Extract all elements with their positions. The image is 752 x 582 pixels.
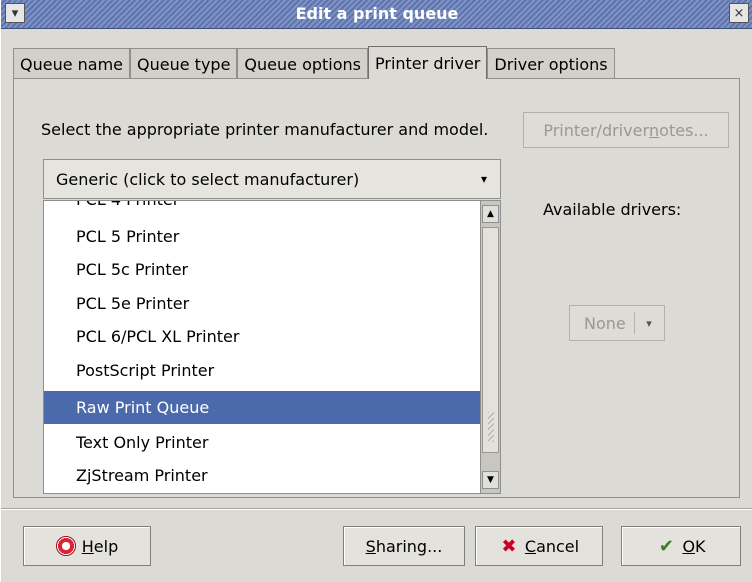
checkmark-icon: ✔ bbox=[658, 535, 674, 557]
print-queue-dialog: ▾ Edit a print queue × Queue name Queue … bbox=[0, 0, 752, 582]
help-mnemonic: H bbox=[81, 536, 94, 556]
button-separator bbox=[1, 508, 752, 510]
ok-mnemonic: O bbox=[682, 536, 696, 556]
close-icon[interactable]: × bbox=[729, 3, 749, 23]
list-item[interactable]: PCL 6/PCL XL Printer bbox=[44, 320, 481, 353]
notes-label-mnemonic: n bbox=[649, 120, 660, 140]
tab-driver-options[interactable]: Driver options bbox=[487, 48, 615, 79]
available-drivers-label: Available drivers: bbox=[543, 200, 682, 219]
list-item[interactable]: ZjStream Printer bbox=[44, 459, 481, 492]
sharing-button[interactable]: Sharing... bbox=[343, 526, 465, 566]
scroll-up-arrow-icon[interactable]: ▲ bbox=[482, 205, 499, 223]
list-item[interactable]: PCL 5 Printer bbox=[44, 220, 481, 253]
sharing-mnemonic: S bbox=[365, 536, 376, 556]
list-item[interactable]: PostScript Printer bbox=[44, 354, 481, 387]
list-item[interactable]: PCL 5e Printer bbox=[44, 287, 481, 320]
tab-queue-name[interactable]: Queue name bbox=[13, 48, 131, 79]
ok-button[interactable]: ✔ OK bbox=[621, 526, 741, 566]
drivers-combo[interactable]: None ▾ bbox=[569, 305, 665, 341]
printer-model-list[interactable]: PCL 4 Printer PCL 5 Printer PCL 5c Print… bbox=[43, 200, 501, 494]
help-button[interactable]: Help bbox=[23, 526, 151, 566]
sharing-label: haring... bbox=[375, 536, 443, 556]
notes-label-post: otes... bbox=[659, 120, 709, 140]
chevron-down-icon[interactable]: ▾ bbox=[472, 165, 496, 193]
tab-bar: Queue name Queue type Queue options Prin… bbox=[13, 46, 615, 79]
cancel-mnemonic: C bbox=[524, 536, 537, 556]
ok-label: K bbox=[695, 536, 706, 556]
titlebar[interactable]: ▾ Edit a print queue × bbox=[1, 0, 752, 29]
drivers-combo-value: None bbox=[584, 314, 626, 333]
list-item-selected[interactable]: Raw Print Queue bbox=[44, 391, 481, 424]
cancel-button[interactable]: ✖ Cancel bbox=[475, 526, 603, 566]
list-item[interactable]: PCL 5c Printer bbox=[44, 253, 481, 286]
scrollbar-grip-icon bbox=[488, 412, 494, 442]
drivers-combo-separator bbox=[634, 312, 635, 334]
instruction-label: Select the appropriate printer manufactu… bbox=[41, 120, 489, 139]
tab-queue-type[interactable]: Queue type bbox=[130, 48, 238, 79]
list-item[interactable]: Text Only Printer bbox=[44, 426, 481, 459]
scroll-down-arrow-icon[interactable]: ▼ bbox=[482, 471, 499, 489]
notes-label-pre: Printer/driver bbox=[543, 120, 650, 140]
printer-driver-notes-button[interactable]: Printer/driver n otes... bbox=[523, 112, 729, 148]
manufacturer-combo-value: Generic (click to select manufacturer) bbox=[56, 170, 360, 189]
help-label: elp bbox=[93, 536, 119, 556]
tab-queue-options[interactable]: Queue options bbox=[237, 48, 368, 79]
cancel-label: ancel bbox=[536, 536, 580, 556]
manufacturer-combo[interactable]: Generic (click to select manufacturer) ▾ bbox=[43, 159, 501, 199]
tab-printer-driver[interactable]: Printer driver bbox=[368, 46, 488, 79]
scrollbar-thumb[interactable] bbox=[482, 227, 499, 453]
chevron-down-icon[interactable]: ▾ bbox=[638, 312, 660, 334]
list-item[interactable]: PCL 4 Printer bbox=[44, 201, 481, 216]
lifebuoy-icon bbox=[55, 536, 76, 556]
list-scrollbar[interactable]: ▲ ▼ bbox=[480, 201, 500, 493]
cancel-x-icon: ✖ bbox=[501, 535, 517, 557]
window-title: Edit a print queue bbox=[295, 4, 459, 23]
